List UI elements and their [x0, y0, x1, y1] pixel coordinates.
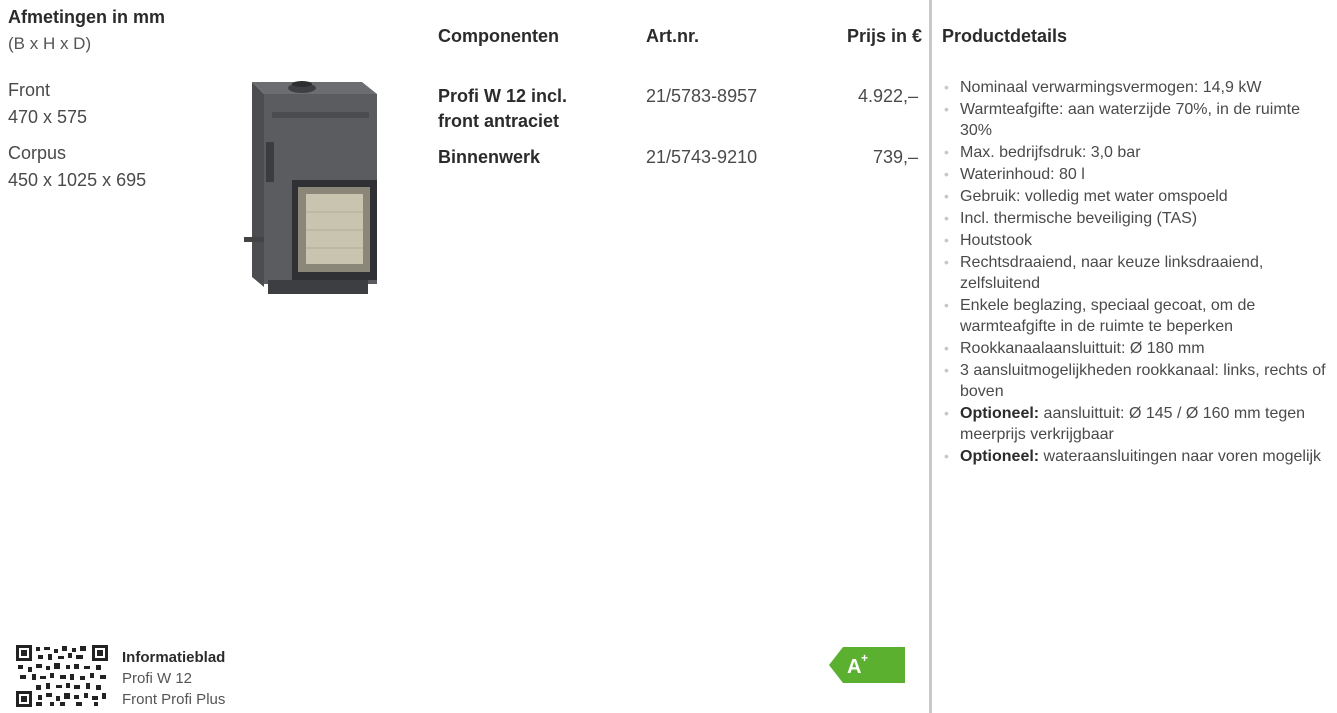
price: 739,–	[872, 147, 918, 167]
component-name: Profi W 12 incl.	[438, 86, 568, 106]
energy-class: A	[847, 656, 861, 678]
bullet-icon: •	[944, 210, 949, 226]
corpus-value: 450 x 1025 x 695	[8, 170, 147, 190]
detail-item: • Nominaal verwarmingsvermogen: 14,9 kW	[944, 79, 1262, 96]
bullet-icon: •	[944, 188, 949, 204]
art-nr-header: Art.nr.	[646, 26, 700, 46]
dimensions-header: Afmetingen in mm	[8, 7, 166, 27]
detail-item: • Houtstook	[944, 232, 1033, 249]
price: 4.922,–	[857, 86, 918, 106]
bullet-icon: •	[944, 79, 949, 95]
bullet-icon: •	[944, 254, 949, 270]
bullet-icon: •	[944, 448, 949, 464]
bullet-icon: •	[944, 232, 949, 248]
fireplace-insert-image	[244, 81, 377, 294]
bullet-icon: •	[944, 340, 949, 356]
price-header: Prijs in €	[846, 26, 922, 46]
bullet-icon: •	[944, 101, 949, 117]
info-front: Front Profi Plus	[122, 691, 226, 708]
energy-label-badge: A +	[829, 647, 905, 683]
art-nr: 21/5743-9210	[646, 147, 758, 167]
detail-item: • Incl. thermische beveiliging (TAS)	[944, 210, 1198, 227]
front-label: Front	[8, 80, 51, 100]
detail-item: • Waterinhoud: 80 l	[944, 166, 1085, 183]
info-title: Informatieblad	[122, 649, 226, 666]
detail-item: • Rookkanaalaansluittuit: Ø 180 mm	[944, 340, 1205, 357]
energy-class-plus: +	[861, 651, 868, 665]
qr-code-icon[interactable]	[16, 645, 108, 707]
corpus-label: Corpus	[8, 143, 67, 163]
detail-item: • Enkele beglazing, speciaal gecoat, om d…	[944, 297, 1256, 335]
detail-item: • Max. bedrijfsdruk: 3,0 bar	[944, 144, 1141, 161]
bullet-icon: •	[944, 166, 949, 182]
product-details-list: • Nominaal verwarmingsvermogen: 14,9 kW •…	[942, 77, 1332, 468]
detail-item: • Optioneel: aansluittuit: Ø 145 / Ø 160 …	[944, 405, 1306, 443]
detail-item: • 3 aansluitmogelijkheden rookkanaal: lin…	[944, 362, 1326, 400]
bullet-icon: •	[944, 297, 949, 313]
component-name: Binnenwerk	[438, 147, 541, 167]
art-nr: 21/5783-8957	[646, 86, 758, 106]
front-value: 470 x 575	[8, 107, 88, 127]
bullet-icon: •	[944, 362, 949, 378]
product-details-header: Productdetails	[942, 26, 1068, 46]
bullet-icon: •	[944, 144, 949, 160]
component-name-cont: front antraciet	[438, 111, 560, 131]
info-product: Profi W 12	[122, 670, 193, 687]
detail-item: • Warmteafgifte: aan waterzijde 70%, in d…	[944, 101, 1301, 139]
detail-item: • Rechtsdraaiend, naar keuze linksdraaien…	[944, 254, 1264, 292]
bullet-icon: •	[944, 405, 949, 421]
column-divider	[929, 0, 932, 713]
dimensions-subheader: (B x H x D)	[8, 34, 92, 53]
detail-item: • Gebruik: volledig met water omspoeld	[944, 188, 1228, 205]
detail-item: • Optioneel: wateraansluitingen naar vore…	[944, 448, 1322, 465]
components-header: Componenten	[438, 26, 559, 46]
